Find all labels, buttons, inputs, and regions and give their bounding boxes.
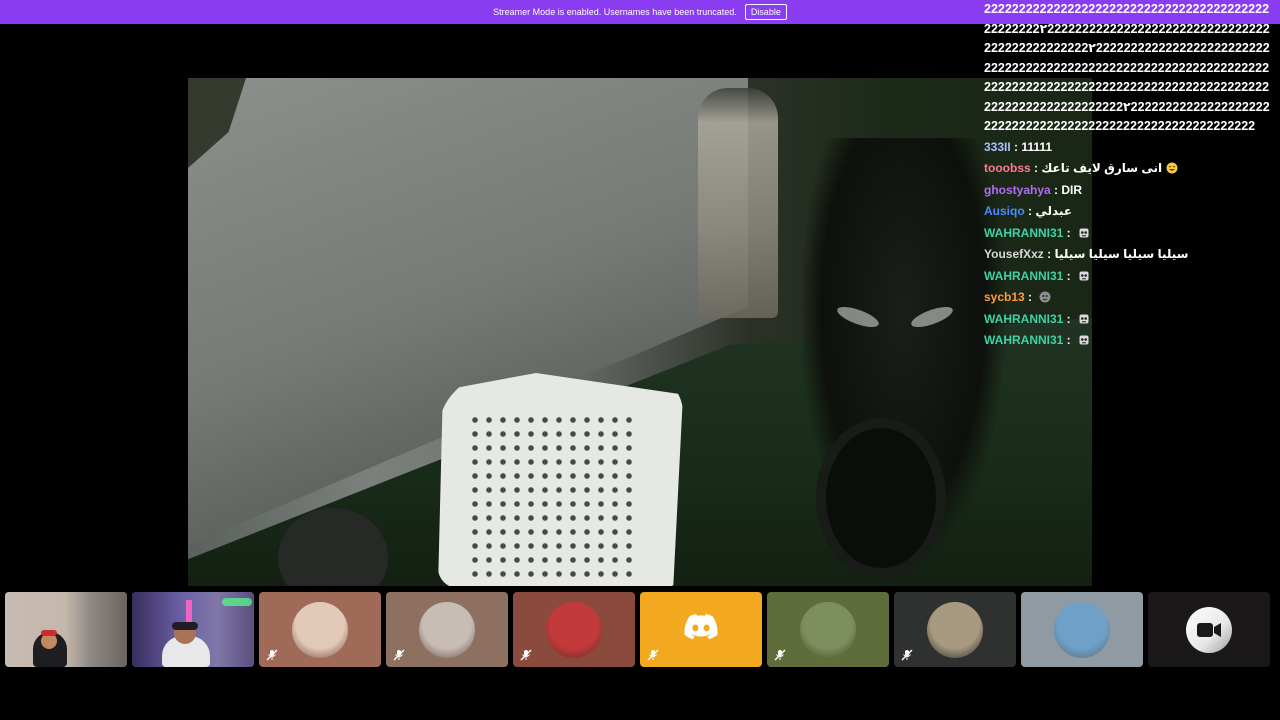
- microphone-muted-icon: [392, 648, 406, 662]
- chat-separator: :: [1063, 311, 1075, 326]
- face-emote: [1039, 290, 1051, 304]
- chat-message: YousefXxz : سيليا سيليا سيليا سيليا: [984, 244, 1274, 266]
- skull-emote: [1078, 269, 1090, 283]
- chat-text: عبدلي: [1035, 204, 1073, 218]
- chat-message: 333II : 11111: [984, 137, 1274, 159]
- laughing-emoji: [1166, 161, 1178, 175]
- chat-separator: :: [1010, 139, 1022, 154]
- chat-message: WAHRANNI31 :: [984, 223, 1274, 245]
- chat-text: انى سارق لايف تاعك: [1041, 161, 1163, 175]
- chat-overlay: 2222222222222222222222222222222222222222…: [984, 0, 1274, 350]
- chat-message: Ausiqo : عبدلي: [984, 201, 1274, 223]
- participant-avatar: [800, 601, 856, 658]
- chat-username[interactable]: sycb13: [984, 290, 1025, 304]
- chat-separator: :: [1063, 268, 1075, 283]
- stream-video[interactable]: [188, 78, 1092, 586]
- participant-avatar-4[interactable]: [386, 592, 508, 667]
- participant-avatar-5[interactable]: [513, 592, 635, 667]
- chat-username[interactable]: WAHRANNI31: [984, 312, 1063, 326]
- video-camera-icon[interactable]: [1186, 606, 1232, 653]
- video-motorcycle-wheel: [816, 418, 946, 578]
- chat-separator: :: [1063, 225, 1075, 240]
- chat-message: WAHRANNI31 :: [984, 330, 1274, 352]
- participant-camera-feed: [132, 592, 254, 667]
- participant-camera-2[interactable]: [132, 592, 254, 667]
- chat-separator: :: [1063, 333, 1075, 347]
- chat-message: ghostyahya : DIR: [984, 180, 1274, 202]
- skull-emote: [1078, 312, 1090, 326]
- disable-streamer-mode-button[interactable]: Disable: [744, 4, 787, 20]
- chat-text: سيليا سيليا سيليا سيليا: [1054, 247, 1189, 261]
- participant-avatar: [292, 601, 348, 658]
- chat-username[interactable]: WAHRANNI31: [984, 226, 1063, 240]
- skull-emote: [1078, 333, 1090, 347]
- discord-logo-icon: [684, 614, 718, 645]
- participant-strip: [5, 592, 1270, 667]
- chat-username[interactable]: Ausiqo: [984, 204, 1025, 218]
- participant-avatar-7[interactable]: [767, 592, 889, 667]
- microphone-muted-icon: [646, 648, 660, 662]
- microphone-muted-icon: [773, 648, 787, 662]
- chat-text: DIR: [1061, 182, 1083, 197]
- video-person: [698, 88, 778, 318]
- chat-text: 11111: [1021, 139, 1053, 154]
- chat-username[interactable]: WAHRANNI31: [984, 269, 1063, 283]
- chat-message: tooobss : انى سارق لايف تاعك: [984, 158, 1274, 180]
- participant-camera-feed: [5, 592, 127, 667]
- participant-discord-6[interactable]: [640, 592, 762, 667]
- microphone-muted-icon: [265, 648, 279, 662]
- video-chair-pattern: [468, 413, 638, 583]
- participant-camera-1[interactable]: [5, 592, 127, 667]
- streamer-mode-message: Streamer Mode is enabled. Usernames have…: [493, 7, 737, 17]
- chat-separator: :: [1050, 182, 1062, 197]
- chat-separator: :: [1030, 161, 1042, 175]
- participant-avatar: [546, 601, 602, 658]
- microphone-muted-icon: [519, 648, 533, 662]
- participant-avatar-9[interactable]: [1021, 592, 1143, 667]
- chat-username[interactable]: tooobss: [984, 161, 1031, 175]
- participant-avatar: [419, 601, 475, 658]
- chat-username[interactable]: WAHRANNI31: [984, 333, 1063, 347]
- chat-spam-message: 2222222222222222222222222222222222222222…: [984, 2, 1270, 133]
- chat-username[interactable]: ghostyahya: [984, 183, 1051, 197]
- microphone-muted-icon: [900, 648, 914, 662]
- participant-avatar-8[interactable]: [894, 592, 1016, 667]
- chat-username[interactable]: YousefXxz: [984, 247, 1044, 261]
- chat-message-list: 333II : 11111 tooobss : انى سارق لايف تاع…: [984, 137, 1274, 352]
- chat-username[interactable]: 333II: [984, 140, 1011, 154]
- participant-avatar: [1054, 601, 1110, 658]
- chat-separator: :: [1024, 290, 1036, 304]
- chat-message: sycb13 :: [984, 287, 1274, 309]
- camera-toggle-tile[interactable]: [1148, 592, 1270, 667]
- participant-avatar-3[interactable]: [259, 592, 381, 667]
- participant-avatar: [927, 601, 983, 658]
- skull-emote: [1078, 226, 1090, 240]
- chat-separator: :: [1043, 247, 1055, 261]
- chat-message: WAHRANNI31 :: [984, 266, 1274, 288]
- chat-message: WAHRANNI31 :: [984, 309, 1274, 331]
- chat-separator: :: [1024, 204, 1036, 218]
